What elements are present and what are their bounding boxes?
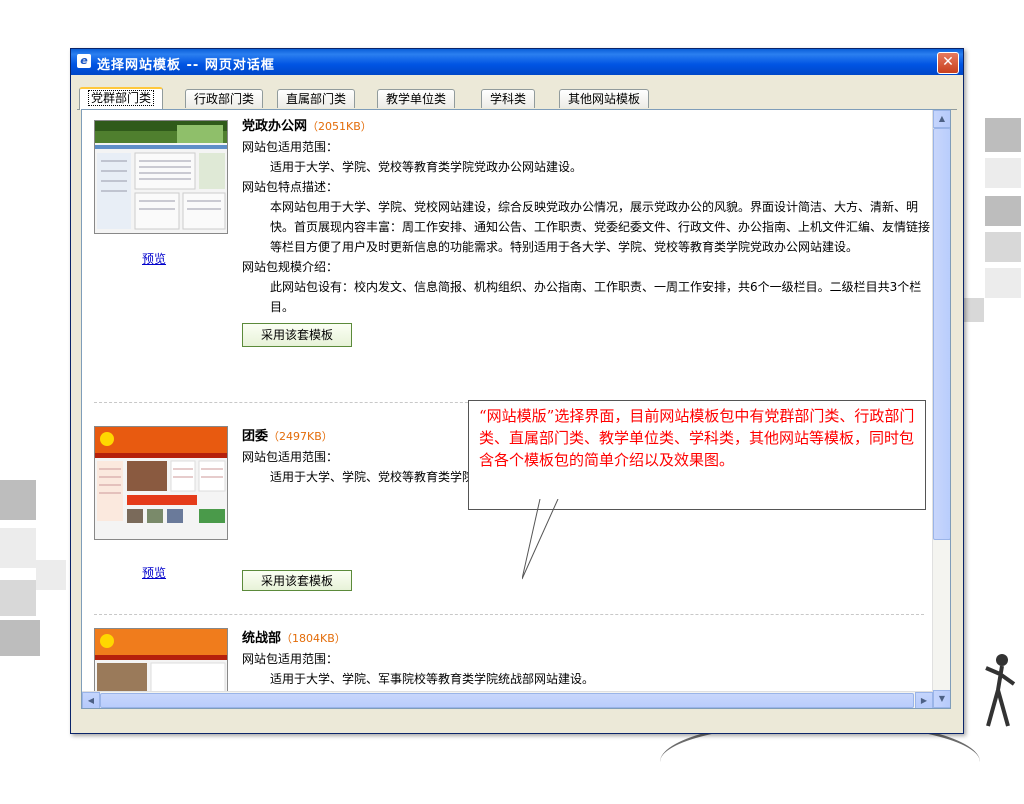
template-list[interactable]: 预览 党政办公网（2051KB） 网站包适用范围： 适用于大学、学院、党校等教育… bbox=[81, 109, 951, 709]
scope-label: 网站包适用范围： bbox=[242, 140, 339, 154]
use-template-button[interactable]: 采用该套模板 bbox=[242, 323, 353, 347]
scroll-thumb[interactable] bbox=[933, 128, 950, 540]
window-title: 选择网站模板 -- 网页对话框 bbox=[97, 58, 275, 73]
scale-text: 此网站包设有：校内发文、信息简报、机构组织、办公指南、工作职责、一周工作安排，共… bbox=[270, 280, 922, 314]
scroll-down-icon[interactable]: ▼ bbox=[933, 690, 950, 708]
tab-affiliated[interactable]: 直属部门类 bbox=[277, 89, 356, 108]
template-name: 统战部 bbox=[242, 631, 282, 646]
preview-link[interactable]: 预览 bbox=[142, 564, 166, 581]
scale-label: 网站包规模介绍： bbox=[242, 260, 339, 274]
scroll-thumb-horizontal[interactable] bbox=[100, 693, 914, 708]
vertical-scrollbar[interactable]: ▲ ▼ bbox=[932, 110, 950, 708]
scroll-right-icon[interactable]: ▶ bbox=[915, 692, 933, 708]
annotation-callout: “网站模版”选择界面，目前网站模板包中有党群部门类、行政部门类、直属部门类、教学… bbox=[468, 400, 926, 510]
template-size: （2497KB） bbox=[268, 430, 333, 443]
use-template-button[interactable]: 采用该套模板 bbox=[242, 570, 353, 591]
scroll-left-icon[interactable]: ◀ bbox=[82, 692, 100, 708]
preview-link[interactable]: 预览 bbox=[142, 250, 166, 267]
tab-party-groups[interactable]: 党群部门类 bbox=[79, 87, 164, 110]
template-info: 统战部（1804KB） 网站包适用范围： 适用于大学、学院、军事院校等教育类学院… bbox=[242, 628, 932, 689]
template-thumbnail[interactable] bbox=[94, 120, 228, 234]
person-figure-icon bbox=[978, 650, 1018, 730]
feature-text: 本网站包用于大学、学院、党校网站建设，综合反映党政办公情况，展示党政办公的风貌。… bbox=[270, 200, 931, 254]
template-size: （1804KB） bbox=[281, 632, 346, 645]
tab-disciplines[interactable]: 学科类 bbox=[481, 89, 536, 108]
template-thumbnail[interactable] bbox=[94, 426, 228, 540]
horizontal-scrollbar[interactable]: ◀ ▶ bbox=[82, 691, 933, 708]
dialog-window: e 选择网站模板 -- 网页对话框 ✕ 党群部门类 行政部门类 直属部门类 教学… bbox=[70, 48, 964, 734]
close-button[interactable]: ✕ bbox=[937, 52, 959, 74]
title-bar: e 选择网站模板 -- 网页对话框 ✕ bbox=[71, 49, 963, 75]
template-info: 党政办公网（2051KB） 网站包适用范围： 适用于大学、学院、党校等教育类学院… bbox=[242, 116, 932, 347]
scope-label: 网站包适用范围： bbox=[242, 652, 339, 666]
tab-teaching-units[interactable]: 教学单位类 bbox=[377, 89, 456, 108]
scroll-up-icon[interactable]: ▲ bbox=[933, 110, 950, 128]
scope-text: 适用于大学、学院、党校等教育类学院党政办公网站建设。 bbox=[270, 160, 583, 174]
feature-label: 网站包特点描述： bbox=[242, 180, 339, 194]
divider bbox=[94, 614, 924, 615]
ie-icon: e bbox=[77, 54, 91, 68]
scope-text: 适用于大学、学院、军事院校等教育类学院统战部网站建设。 bbox=[270, 672, 595, 686]
category-tabs: 党群部门类 行政部门类 直属部门类 教学单位类 学科类 其他网站模板 bbox=[77, 87, 957, 110]
template-name: 党政办公网 bbox=[242, 119, 308, 134]
tab-administrative[interactable]: 行政部门类 bbox=[185, 89, 264, 108]
template-name: 团委 bbox=[242, 429, 269, 444]
tab-other-templates[interactable]: 其他网站模板 bbox=[559, 89, 650, 108]
use-button-wrap: 采用该套模板 bbox=[242, 564, 353, 591]
template-size: （2051KB） bbox=[307, 120, 372, 133]
callout-pointer bbox=[522, 499, 559, 580]
